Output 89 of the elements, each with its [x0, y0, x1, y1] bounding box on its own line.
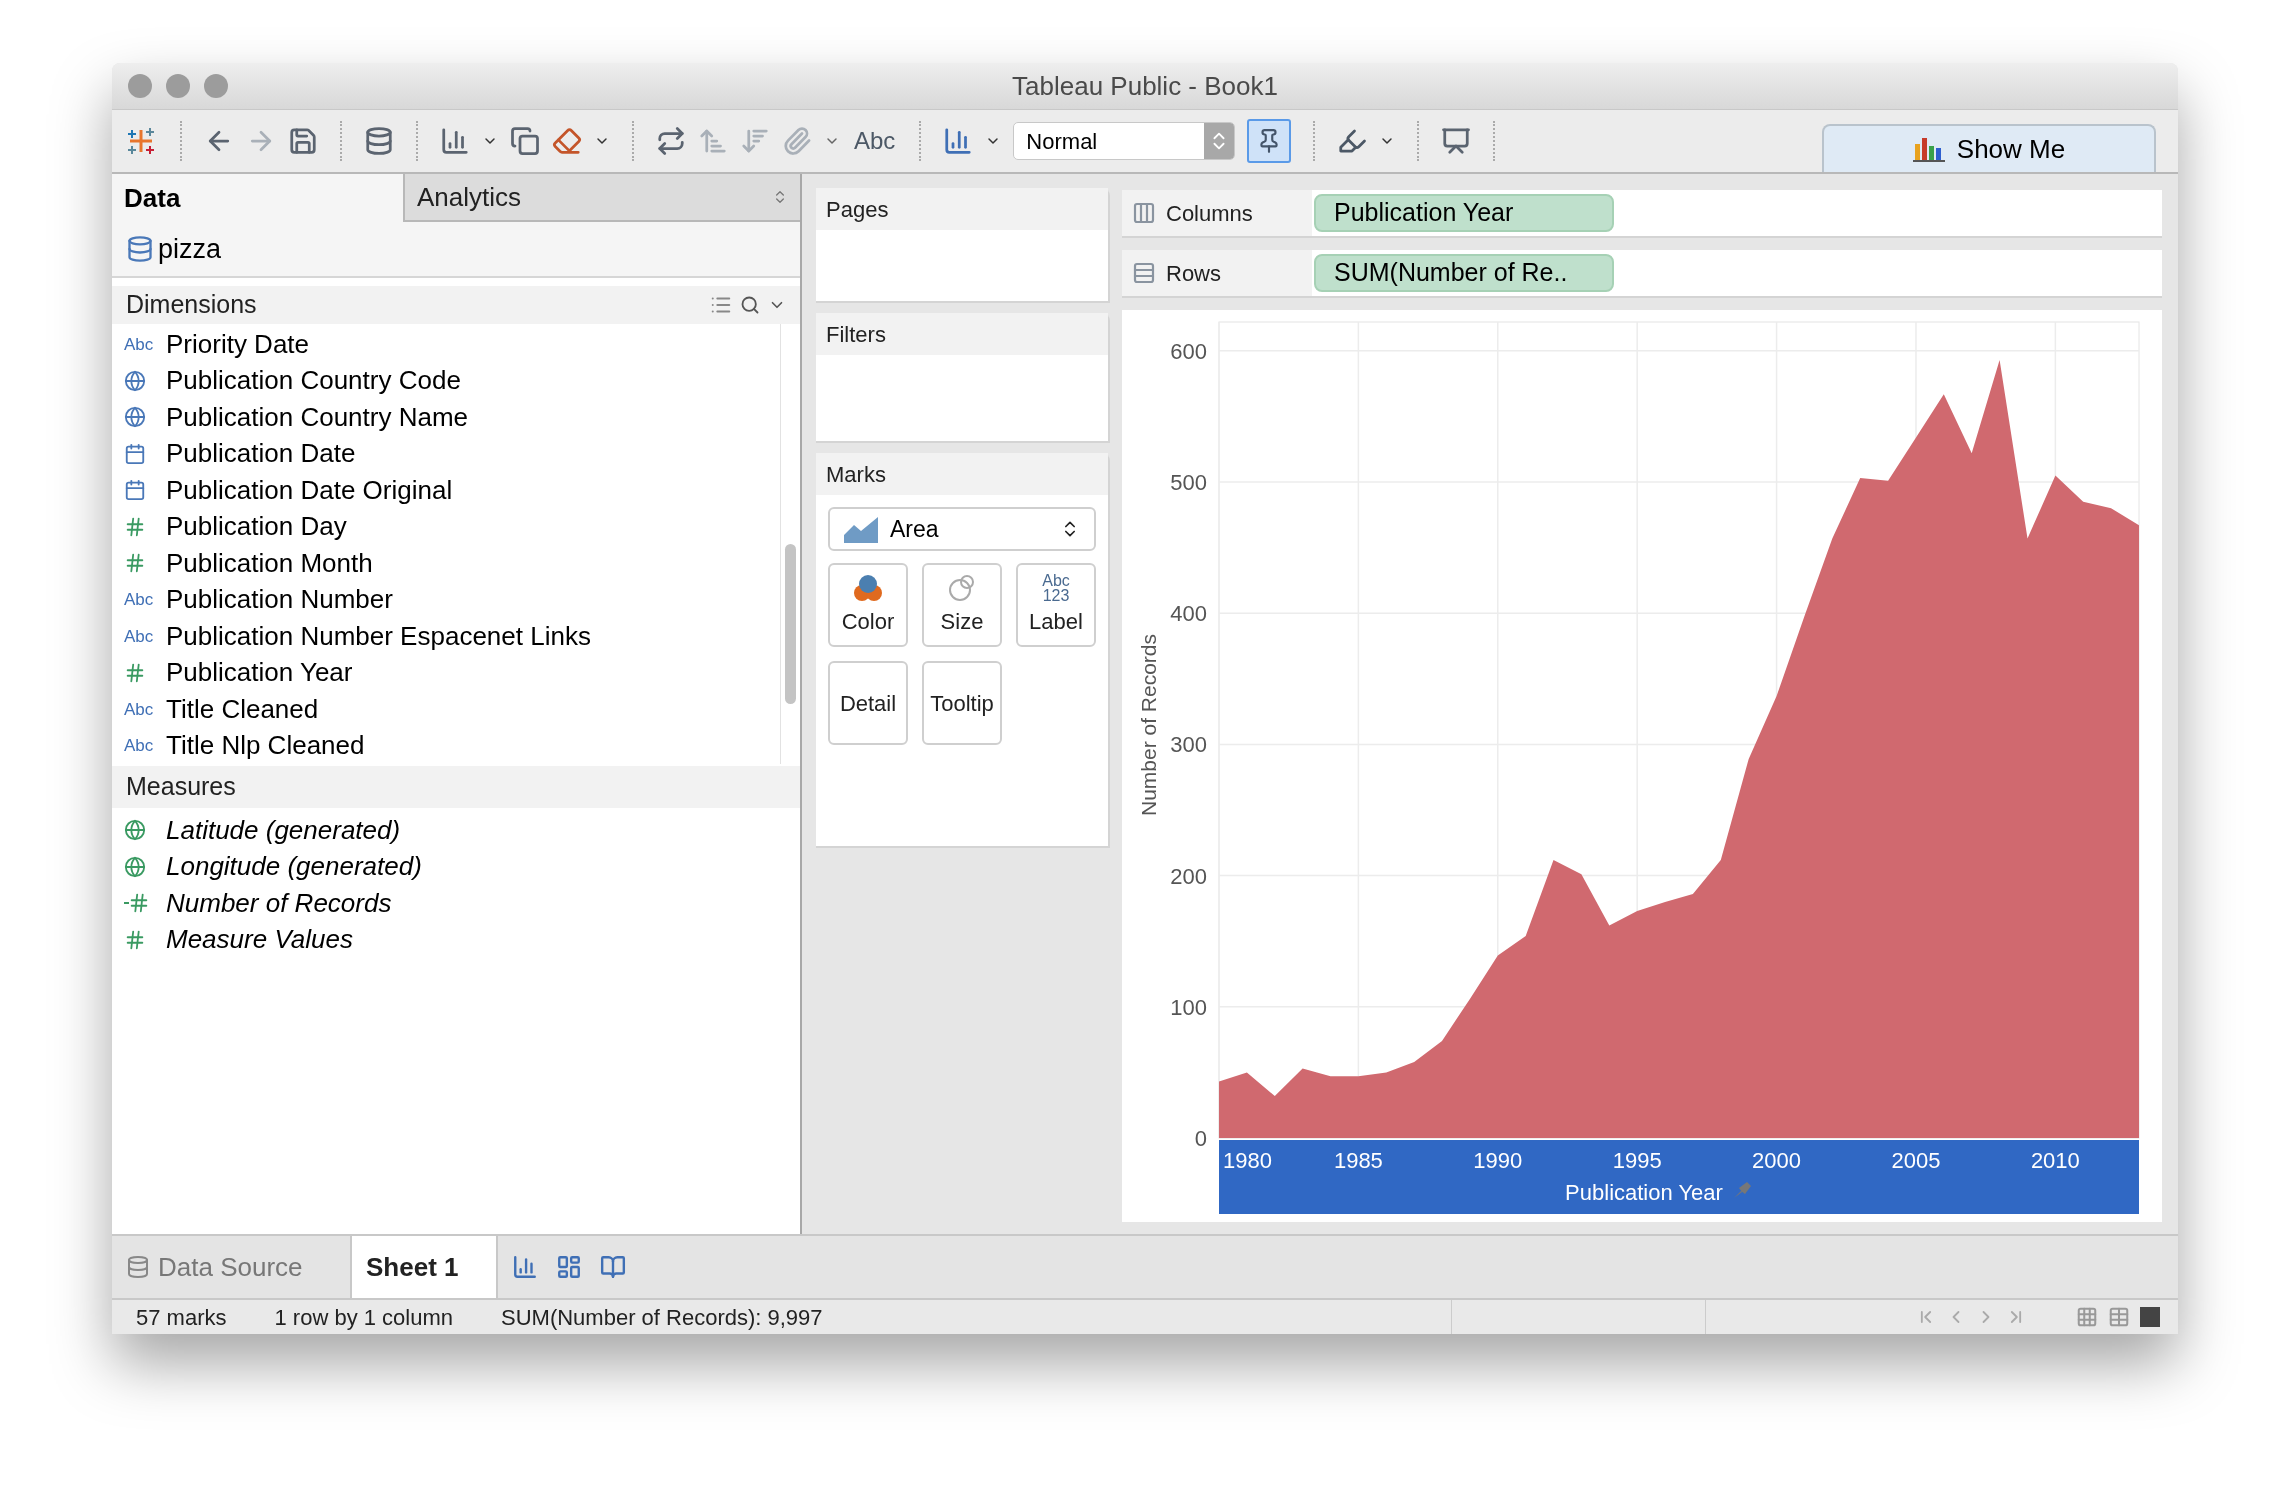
- field-pill[interactable]: Publication Year: [1314, 194, 1614, 232]
- string-type-icon: Abc: [124, 733, 158, 759]
- axis-tick-label: 400: [1170, 601, 1207, 627]
- globe-icon: [124, 819, 146, 842]
- axis-tick-label: 2005: [1891, 1148, 1941, 1173]
- mark-property-button[interactable]: Color: [828, 563, 908, 647]
- globe-icon: [124, 369, 146, 392]
- mark-property-button[interactable]: Size: [922, 563, 1002, 647]
- grid-icon[interactable]: [2076, 1306, 2098, 1328]
- calendar-icon: [124, 479, 146, 502]
- window-title: Tableau Public - Book1: [1012, 69, 1278, 103]
- section-header: Measures: [126, 771, 236, 803]
- paperclip-icon[interactable]: [782, 126, 812, 156]
- database-icon: [126, 235, 154, 263]
- hash-icon: [124, 552, 146, 575]
- database-icon[interactable]: [364, 126, 394, 156]
- status-text: 57 marks: [136, 1303, 227, 1332]
- show-labels-button[interactable]: Abc: [852, 123, 898, 159]
- axis-tick-label: 100: [1170, 994, 1207, 1020]
- field-item[interactable]: Priority Date: [166, 324, 310, 364]
- axis-tick-label: 1990: [1473, 1148, 1523, 1173]
- section-header: Dimensions: [126, 289, 257, 321]
- swap-icon[interactable]: [656, 126, 686, 156]
- shelf-label: Columns: [1166, 199, 1253, 228]
- mark-type-dropdown[interactable]: Area: [828, 507, 1096, 551]
- axis-title: Publication Year: [1565, 1180, 1723, 1205]
- field-pill[interactable]: SUM(Number of Re..: [1314, 254, 1614, 292]
- search-icon[interactable]: [740, 295, 760, 315]
- axis-tick-label: 1980: [1223, 1148, 1272, 1173]
- field-item[interactable]: Latitude (generated): [166, 810, 401, 850]
- show-me-button[interactable]: Show Me: [1822, 124, 2156, 172]
- status-text: SUM(Number of Records): 9,997: [501, 1303, 823, 1332]
- color-icon: [851, 572, 885, 603]
- axis-tick-label: 0: [1194, 1126, 1207, 1151]
- close-window-button[interactable]: [128, 74, 152, 98]
- hash-icon: [124, 928, 146, 951]
- new-story-icon[interactable]: [600, 1254, 626, 1280]
- sheet-tab[interactable]: Sheet 1: [352, 1236, 498, 1298]
- field-item[interactable]: Measure Values: [166, 920, 353, 960]
- globe-icon: [124, 406, 146, 429]
- mark-property-button[interactable]: Detail: [828, 661, 908, 745]
- eraser-icon[interactable]: [552, 126, 582, 156]
- database-icon: [126, 1255, 150, 1279]
- copy-icon[interactable]: [510, 126, 540, 156]
- minimize-window-button[interactable]: [166, 74, 190, 98]
- axis-tick-label: 1995: [1612, 1148, 1662, 1173]
- axis-tick-label: 600: [1170, 338, 1207, 364]
- mark-property-button[interactable]: Abc 123 Label: [1016, 563, 1096, 647]
- view-size-dropdown[interactable]: Normal: [1013, 122, 1236, 160]
- rows-icon: [1132, 261, 1156, 285]
- zoom-window-button[interactable]: [204, 74, 228, 98]
- shelf-label: Rows: [1166, 259, 1221, 288]
- mark-property-button[interactable]: Tooltip: [922, 661, 1002, 745]
- card-title: Marks: [826, 460, 886, 489]
- hash-icon: [124, 892, 150, 915]
- pin-button[interactable]: [1247, 119, 1292, 163]
- axis-tick-label: 500: [1170, 470, 1207, 496]
- presentation-icon[interactable]: [1441, 126, 1472, 156]
- axis-tick-label: 2000: [1752, 1148, 1802, 1173]
- status-text: 1 row by 1 column: [274, 1303, 453, 1332]
- axis-title: Number of Records: [1137, 633, 1160, 817]
- scrollbar-thumb[interactable]: [785, 544, 796, 704]
- field-item[interactable]: Title Nlp Cleaned: [166, 726, 365, 766]
- card-title: Filters: [826, 320, 886, 349]
- axis-tick-label: 1985: [1333, 1148, 1383, 1173]
- axis-tick-label: 300: [1170, 732, 1207, 758]
- panel-tab[interactable]: Analytics: [403, 174, 800, 222]
- string-type-icon: Abc: [124, 696, 158, 722]
- bar-chart-icon[interactable]: [440, 126, 470, 156]
- string-type-icon: Abc: [124, 623, 158, 649]
- globe-icon: [124, 855, 146, 878]
- new-sheet-icon[interactable]: [512, 1254, 538, 1280]
- data-source-name[interactable]: pizza: [158, 228, 222, 270]
- bar-chart-icon[interactable]: [943, 126, 974, 156]
- save-icon[interactable]: [288, 126, 318, 156]
- axis-tick-label: 200: [1170, 863, 1207, 889]
- label-icon: Abc 123: [1042, 572, 1070, 603]
- string-type-icon: Abc: [124, 587, 158, 613]
- string-type-icon: Abc: [124, 331, 158, 357]
- columns-icon: [1132, 201, 1156, 225]
- card-title: Pages: [826, 195, 889, 224]
- hash-icon: [124, 661, 146, 684]
- bar-chart-icon: [1912, 136, 1945, 162]
- axis-tick-label: 2010: [2030, 1148, 2080, 1173]
- calendar-icon: [124, 442, 146, 465]
- area-chart-icon: [844, 515, 878, 543]
- new-dashboard-icon[interactable]: [556, 1254, 582, 1280]
- hash-icon: [124, 515, 146, 538]
- table-icon[interactable]: [2108, 1306, 2130, 1328]
